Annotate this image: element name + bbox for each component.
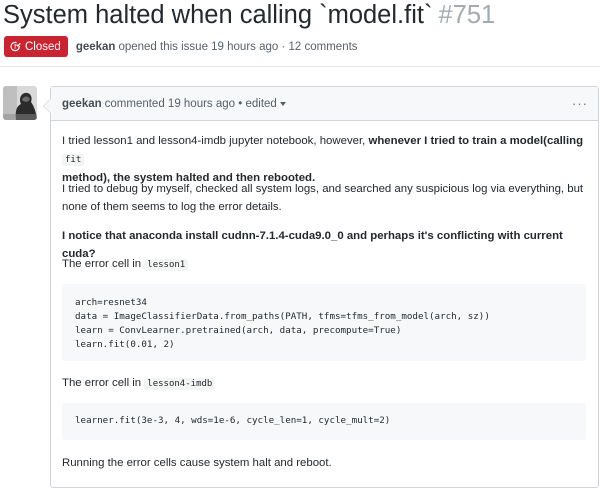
comment-header-text: commented 19 hours ago • edited bbox=[104, 97, 277, 110]
code-block-2: learner.fit(3e-3, 4, wds=1e-6, cycle_len… bbox=[62, 403, 586, 440]
code-block-1: arch=resnet34 data = ImageClassifierData… bbox=[62, 284, 586, 361]
paragraph-2: I tried to debug by myself, checked all … bbox=[62, 183, 584, 213]
code-line: learn = ConvLearner.pretrained(arch, dat… bbox=[75, 325, 402, 336]
code-line: learn.fit(0.01, 2) bbox=[75, 339, 175, 350]
inline-code-lesson4-imdb: lesson4-imdb bbox=[144, 378, 216, 390]
issue-author-link[interactable]: geekan bbox=[76, 41, 116, 53]
inline-code-fit: fit bbox=[62, 154, 85, 166]
status-badge: Closed bbox=[4, 36, 68, 57]
issue-meta: Closed geekan opened this issue 19 hours… bbox=[4, 36, 358, 57]
avatar[interactable] bbox=[3, 86, 37, 120]
comment-header: geekan commented 19 hours ago • edited ·… bbox=[51, 87, 598, 121]
edited-dropdown-caret-icon[interactable] bbox=[279, 101, 286, 106]
issue-closed-icon bbox=[10, 41, 21, 52]
paragraph-5-text: The error cell in bbox=[62, 377, 145, 389]
paragraph-4-text: The error cell in bbox=[62, 258, 145, 270]
code-line: arch=resnet34 bbox=[75, 297, 147, 308]
more-options-icon[interactable]: ··· bbox=[572, 96, 588, 111]
avatar-image bbox=[3, 86, 37, 120]
comment-box: geekan commented 19 hours ago • edited ·… bbox=[43, 86, 599, 488]
header-divider bbox=[0, 66, 600, 67]
paragraph-6: Running the error cells cause system hal… bbox=[62, 457, 332, 469]
issue-title: System halted when calling `model.fit` bbox=[3, 1, 433, 29]
issue-number: #751 bbox=[438, 1, 496, 29]
comment-author-link[interactable]: geekan bbox=[62, 98, 102, 110]
paragraph-5: The error cell in lesson4-imdb bbox=[62, 374, 588, 393]
inline-code-lesson1: lesson1 bbox=[144, 259, 189, 271]
issue-title-row: System halted when calling `model.fit` #7… bbox=[3, 1, 495, 30]
issue-meta-text: opened this issue 19 hours ago · 12 comm… bbox=[118, 40, 358, 53]
code-line: learner.fit(3e-3, 4, wds=1e-6, cycle_len… bbox=[75, 415, 391, 426]
status-badge-label: Closed bbox=[25, 40, 61, 53]
paragraph-1-text: I tried lesson1 and lesson4-imdb jupyter… bbox=[62, 135, 369, 147]
paragraph-4: The error cell in lesson1 bbox=[62, 255, 588, 274]
paragraph-1: I tried lesson1 and lesson4-imdb jupyter… bbox=[62, 132, 588, 187]
code-line: data = ImageClassifierData.from_paths(PA… bbox=[75, 311, 490, 322]
paragraph-1-bold-start: whenever I tried to train a model(callin… bbox=[368, 135, 584, 147]
